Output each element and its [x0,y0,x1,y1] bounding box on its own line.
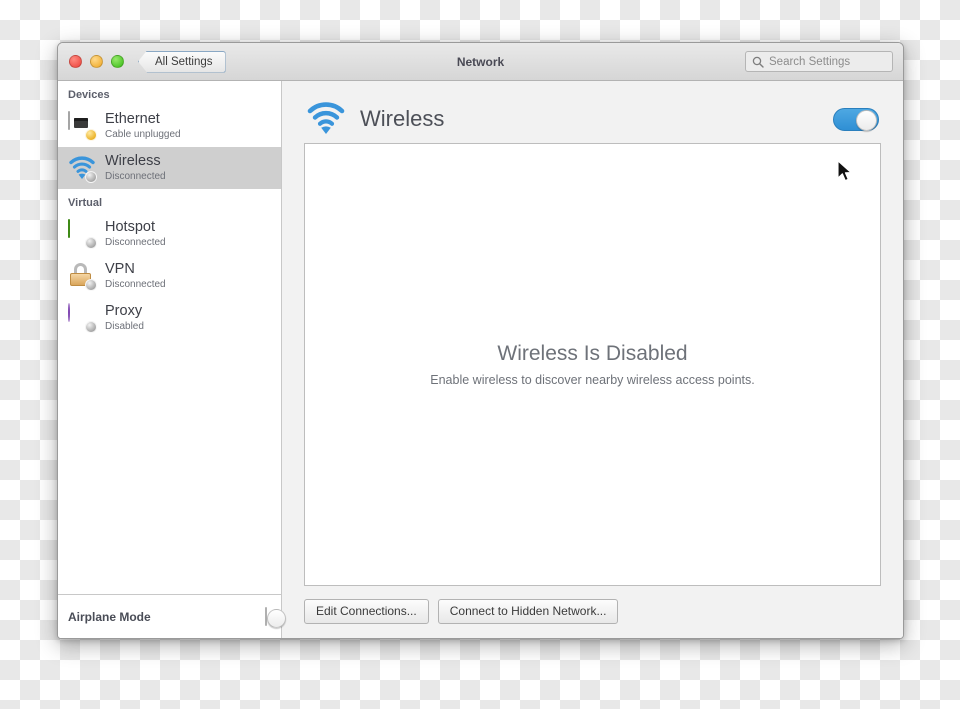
sidebar-item-hotspot[interactable]: Hotspot Disconnected [58,213,281,255]
network-settings-window: All Settings Network Search Settings Dev… [57,42,904,639]
window-titlebar: All Settings Network Search Settings [58,43,903,81]
proxy-globe-icon [68,303,97,333]
search-icon [752,56,764,68]
window-controls [69,55,124,68]
hotspot-icon [68,219,97,249]
sidebar-group-devices-label: Devices [68,89,110,101]
sidebar-item-label: VPN [105,261,135,278]
status-badge-idle [85,279,97,291]
minimize-button[interactable] [90,55,103,68]
search-placeholder: Search Settings [769,55,851,68]
sidebar-item-ethernet[interactable]: Ethernet Cable unplugged [58,105,281,147]
sidebar-item-status: Cable unplugged [105,129,181,141]
sidebar-list: Devices Ethernet Cable unplugged Wireles… [58,81,281,594]
sidebar-group-virtual-label: Virtual [68,197,103,209]
status-badge-idle [85,237,97,249]
empty-state-title: Wireless Is Disabled [497,342,688,365]
sidebar-item-vpn[interactable]: VPN Disconnected [58,255,281,297]
content-button-row: Edit Connections... Connect to Hidden Ne… [304,586,881,624]
connect-hidden-network-button[interactable]: Connect to Hidden Network... [437,599,619,624]
empty-state-subtitle: Enable wireless to discover nearby wirel… [430,373,755,387]
back-button-label: All Settings [155,55,213,68]
page-title: Wireless [360,106,445,131]
sidebar-item-label: Wireless [105,153,161,170]
edit-connections-button[interactable]: Edit Connections... [304,599,429,624]
airplane-mode-label: Airplane Mode [68,609,151,624]
toggle-knob [856,109,877,131]
access-point-list-panel: Wireless Is Disabled Enable wireless to … [304,143,881,586]
sidebar-item-label: Hotspot [105,219,155,236]
close-button[interactable] [69,55,82,68]
wireless-icon [306,99,346,140]
sidebar: Devices Ethernet Cable unplugged Wireles… [58,81,286,638]
maximize-button[interactable] [111,55,124,68]
sidebar-item-label: Ethernet [105,111,160,128]
content-header: Wireless [304,95,881,143]
sidebar-item-wireless[interactable]: Wireless Disconnected [58,147,281,189]
sidebar-item-status: Disconnected [105,171,166,183]
sidebar-item-proxy[interactable]: Proxy Disabled [58,297,281,339]
status-badge-warning [85,129,97,141]
ethernet-icon [68,111,97,141]
vpn-lock-icon [68,262,97,291]
sidebar-item-status: Disabled [105,321,144,333]
status-badge-idle [85,171,97,183]
search-input[interactable]: Search Settings [745,51,893,72]
sidebar-item-status: Disconnected [105,237,166,249]
wireless-icon [68,154,97,183]
airplane-mode-toggle[interactable] [265,606,286,628]
wireless-power-toggle[interactable] [833,107,879,131]
toggle-knob [267,608,286,628]
sidebar-item-label: Proxy [105,303,143,320]
all-settings-back-button[interactable]: All Settings [138,50,226,73]
window-body: Devices Ethernet Cable unplugged Wireles… [58,81,903,638]
content-area: Wireless Wireless Is Disabled Enable wir… [282,81,903,638]
sidebar-item-status: Disconnected [105,279,166,291]
status-badge-idle [85,321,97,333]
airplane-mode-row: Airplane Mode [58,594,286,638]
